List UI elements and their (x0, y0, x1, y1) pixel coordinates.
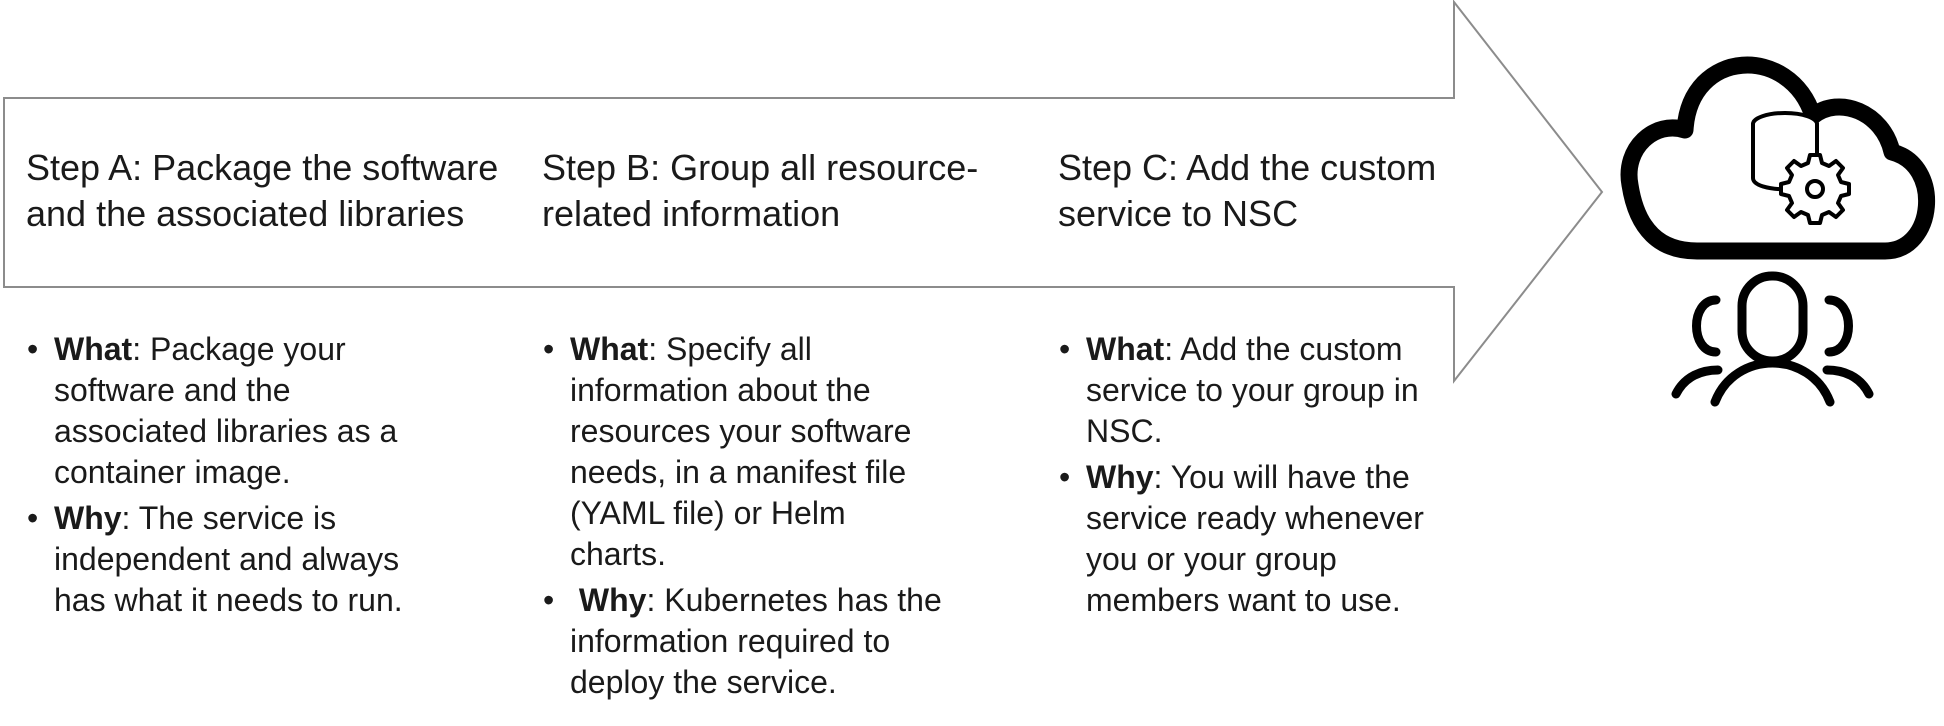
right-member-head (1824, 295, 1853, 357)
bullet-glyph: • (543, 331, 555, 367)
bullet-line: What: Specify all (570, 329, 942, 370)
bullet-line: Why: The service is (54, 498, 403, 539)
user-head (1737, 271, 1808, 366)
bullet-text: : Kubernetes has the (646, 582, 942, 618)
what-bullet: • What: Specify all information about th… (543, 329, 942, 575)
what-label: What (54, 331, 133, 367)
cloud-service-icon (1620, 56, 1935, 407)
bullet-text: : Add the custom (1164, 331, 1403, 367)
bullet-glyph: • (1059, 459, 1071, 495)
bullet-line: you or your group (1086, 541, 1337, 577)
bullet-text: : Package your (132, 331, 346, 367)
step-a-title: Step A: Package the software and the ass… (26, 145, 498, 237)
what-label: What (570, 331, 649, 367)
bullet-glyph: • (27, 331, 39, 367)
bullet-line: information required to (570, 623, 891, 659)
bullet-glyph: • (543, 582, 555, 618)
bullet-line: service to your group in (1086, 372, 1419, 408)
why-label: Why (54, 500, 122, 536)
why-bullet: • Why: The service is independent and al… (27, 498, 403, 621)
bullet-line: Why: You will have the (1086, 457, 1424, 498)
step-c-bullets: • What: Add the custom service to your g… (1059, 329, 1424, 626)
step-a-title-line: and the associated libraries (26, 193, 465, 234)
bullet-text: : You will have the (1153, 459, 1410, 495)
bullet-line: software and the (54, 372, 291, 408)
gear-icon (1779, 153, 1851, 225)
user-shoulders (1710, 358, 1835, 407)
step-b-title: Step B: Group all resource- related info… (542, 145, 978, 237)
bullet-line: What: Package your (54, 329, 403, 370)
bullet-line: charts. (570, 536, 667, 572)
bullet-line: (YAML file) or Helm (570, 495, 846, 531)
bullet-line: NSC. (1086, 413, 1163, 449)
bullet-line: service ready whenever (1086, 500, 1424, 536)
step-a-bullets: • What: Package your software and the as… (27, 329, 403, 626)
step-b-title-line: Step B: Group all resource- (542, 147, 979, 188)
step-c-title: Step C: Add the custom service to NSC (1058, 145, 1436, 237)
bullet-line: What: Add the custom (1086, 329, 1424, 370)
bullet-line: deploy the service. (570, 664, 837, 700)
step-c-title-line: Step C: Add the custom (1058, 147, 1437, 188)
user-group-icon (1671, 271, 1874, 407)
step-a-title-line: Step A: Package the software (26, 147, 499, 188)
bullet-glyph: • (27, 500, 39, 536)
step-b-title-line: related information (542, 193, 841, 234)
left-member-head (1692, 295, 1721, 357)
what-bullet: • What: Package your software and the as… (27, 329, 403, 493)
why-bullet: • Why: Kubernetes has the information re… (543, 580, 942, 703)
bullet-line: has what it needs to run. (54, 582, 403, 618)
step-c-title-line: service to NSC (1058, 193, 1299, 234)
what-label: What (1086, 331, 1165, 367)
bullet-line: container image. (54, 454, 291, 490)
bullet-text: : Specify all (648, 331, 812, 367)
bullet-glyph: • (1059, 331, 1071, 367)
why-bullet: • Why: You will have the service ready w… (1059, 457, 1424, 621)
cloud-database-settings-icon (1620, 56, 1935, 260)
bullet-line: information about the (570, 372, 871, 408)
bullet-line: members want to use. (1086, 582, 1401, 618)
bullet-line: needs, in a manifest file (570, 454, 907, 490)
what-bullet: • What: Add the custom service to your g… (1059, 329, 1424, 452)
bullet-line: resources your software (570, 413, 912, 449)
step-b-bullets: • What: Specify all information about th… (543, 329, 942, 708)
bullet-text: : The service is (121, 500, 337, 536)
why-label: Why (1086, 459, 1154, 495)
bullet-line: Why: Kubernetes has the (570, 580, 942, 621)
bullet-line: associated libraries as a (54, 413, 398, 449)
bullet-line: independent and always (54, 541, 400, 577)
why-label: Why (570, 582, 647, 618)
left-member-shoulders (1671, 365, 1723, 399)
right-member-shoulders (1822, 365, 1874, 399)
